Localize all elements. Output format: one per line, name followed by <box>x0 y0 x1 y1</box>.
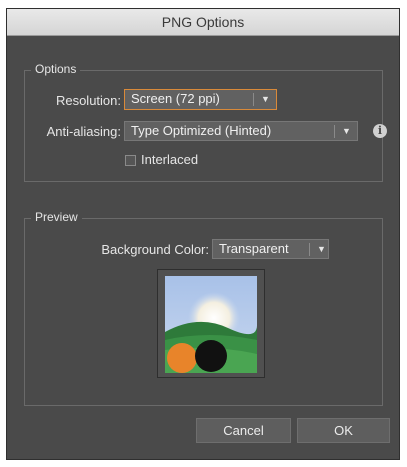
background-color-label: Background Color: <box>101 242 209 257</box>
preview-image-frame <box>157 269 265 378</box>
preview-image <box>165 276 258 373</box>
interlaced-label: Interlaced <box>141 152 199 167</box>
chevron-down-icon: ▼ <box>342 126 351 136</box>
interlaced-checkbox[interactable] <box>125 155 136 166</box>
resolution-value: Screen (72 ppi) <box>131 91 220 106</box>
chevron-down-icon: ▼ <box>261 94 270 104</box>
antialiasing-label: Anti-aliasing: <box>46 124 121 139</box>
cancel-button-label: Cancel <box>223 423 264 438</box>
chevron-down-icon: ▼ <box>317 244 326 254</box>
png-options-dialog: PNG Options Options Resolution: Screen (… <box>6 8 400 460</box>
preview-legend: Preview <box>31 210 82 224</box>
cancel-button[interactable]: Cancel <box>196 418 291 443</box>
antialiasing-value: Type Optimized (Hinted) <box>131 123 272 138</box>
info-icon[interactable]: i <box>373 124 387 138</box>
ok-button[interactable]: OK <box>297 418 390 443</box>
resolution-label: Resolution: <box>55 93 121 108</box>
ok-button-label: OK <box>334 423 353 438</box>
antialiasing-select[interactable]: Type Optimized (Hinted) ▼ <box>124 121 358 141</box>
options-legend: Options <box>31 62 81 76</box>
background-color-value: Transparent <box>219 241 289 256</box>
dialog-titlebar[interactable]: PNG Options <box>7 9 399 36</box>
resolution-select[interactable]: Screen (72 ppi) ▼ <box>124 89 277 110</box>
background-color-select[interactable]: Transparent ▼ <box>212 239 329 259</box>
dialog-title: PNG Options <box>161 14 245 30</box>
